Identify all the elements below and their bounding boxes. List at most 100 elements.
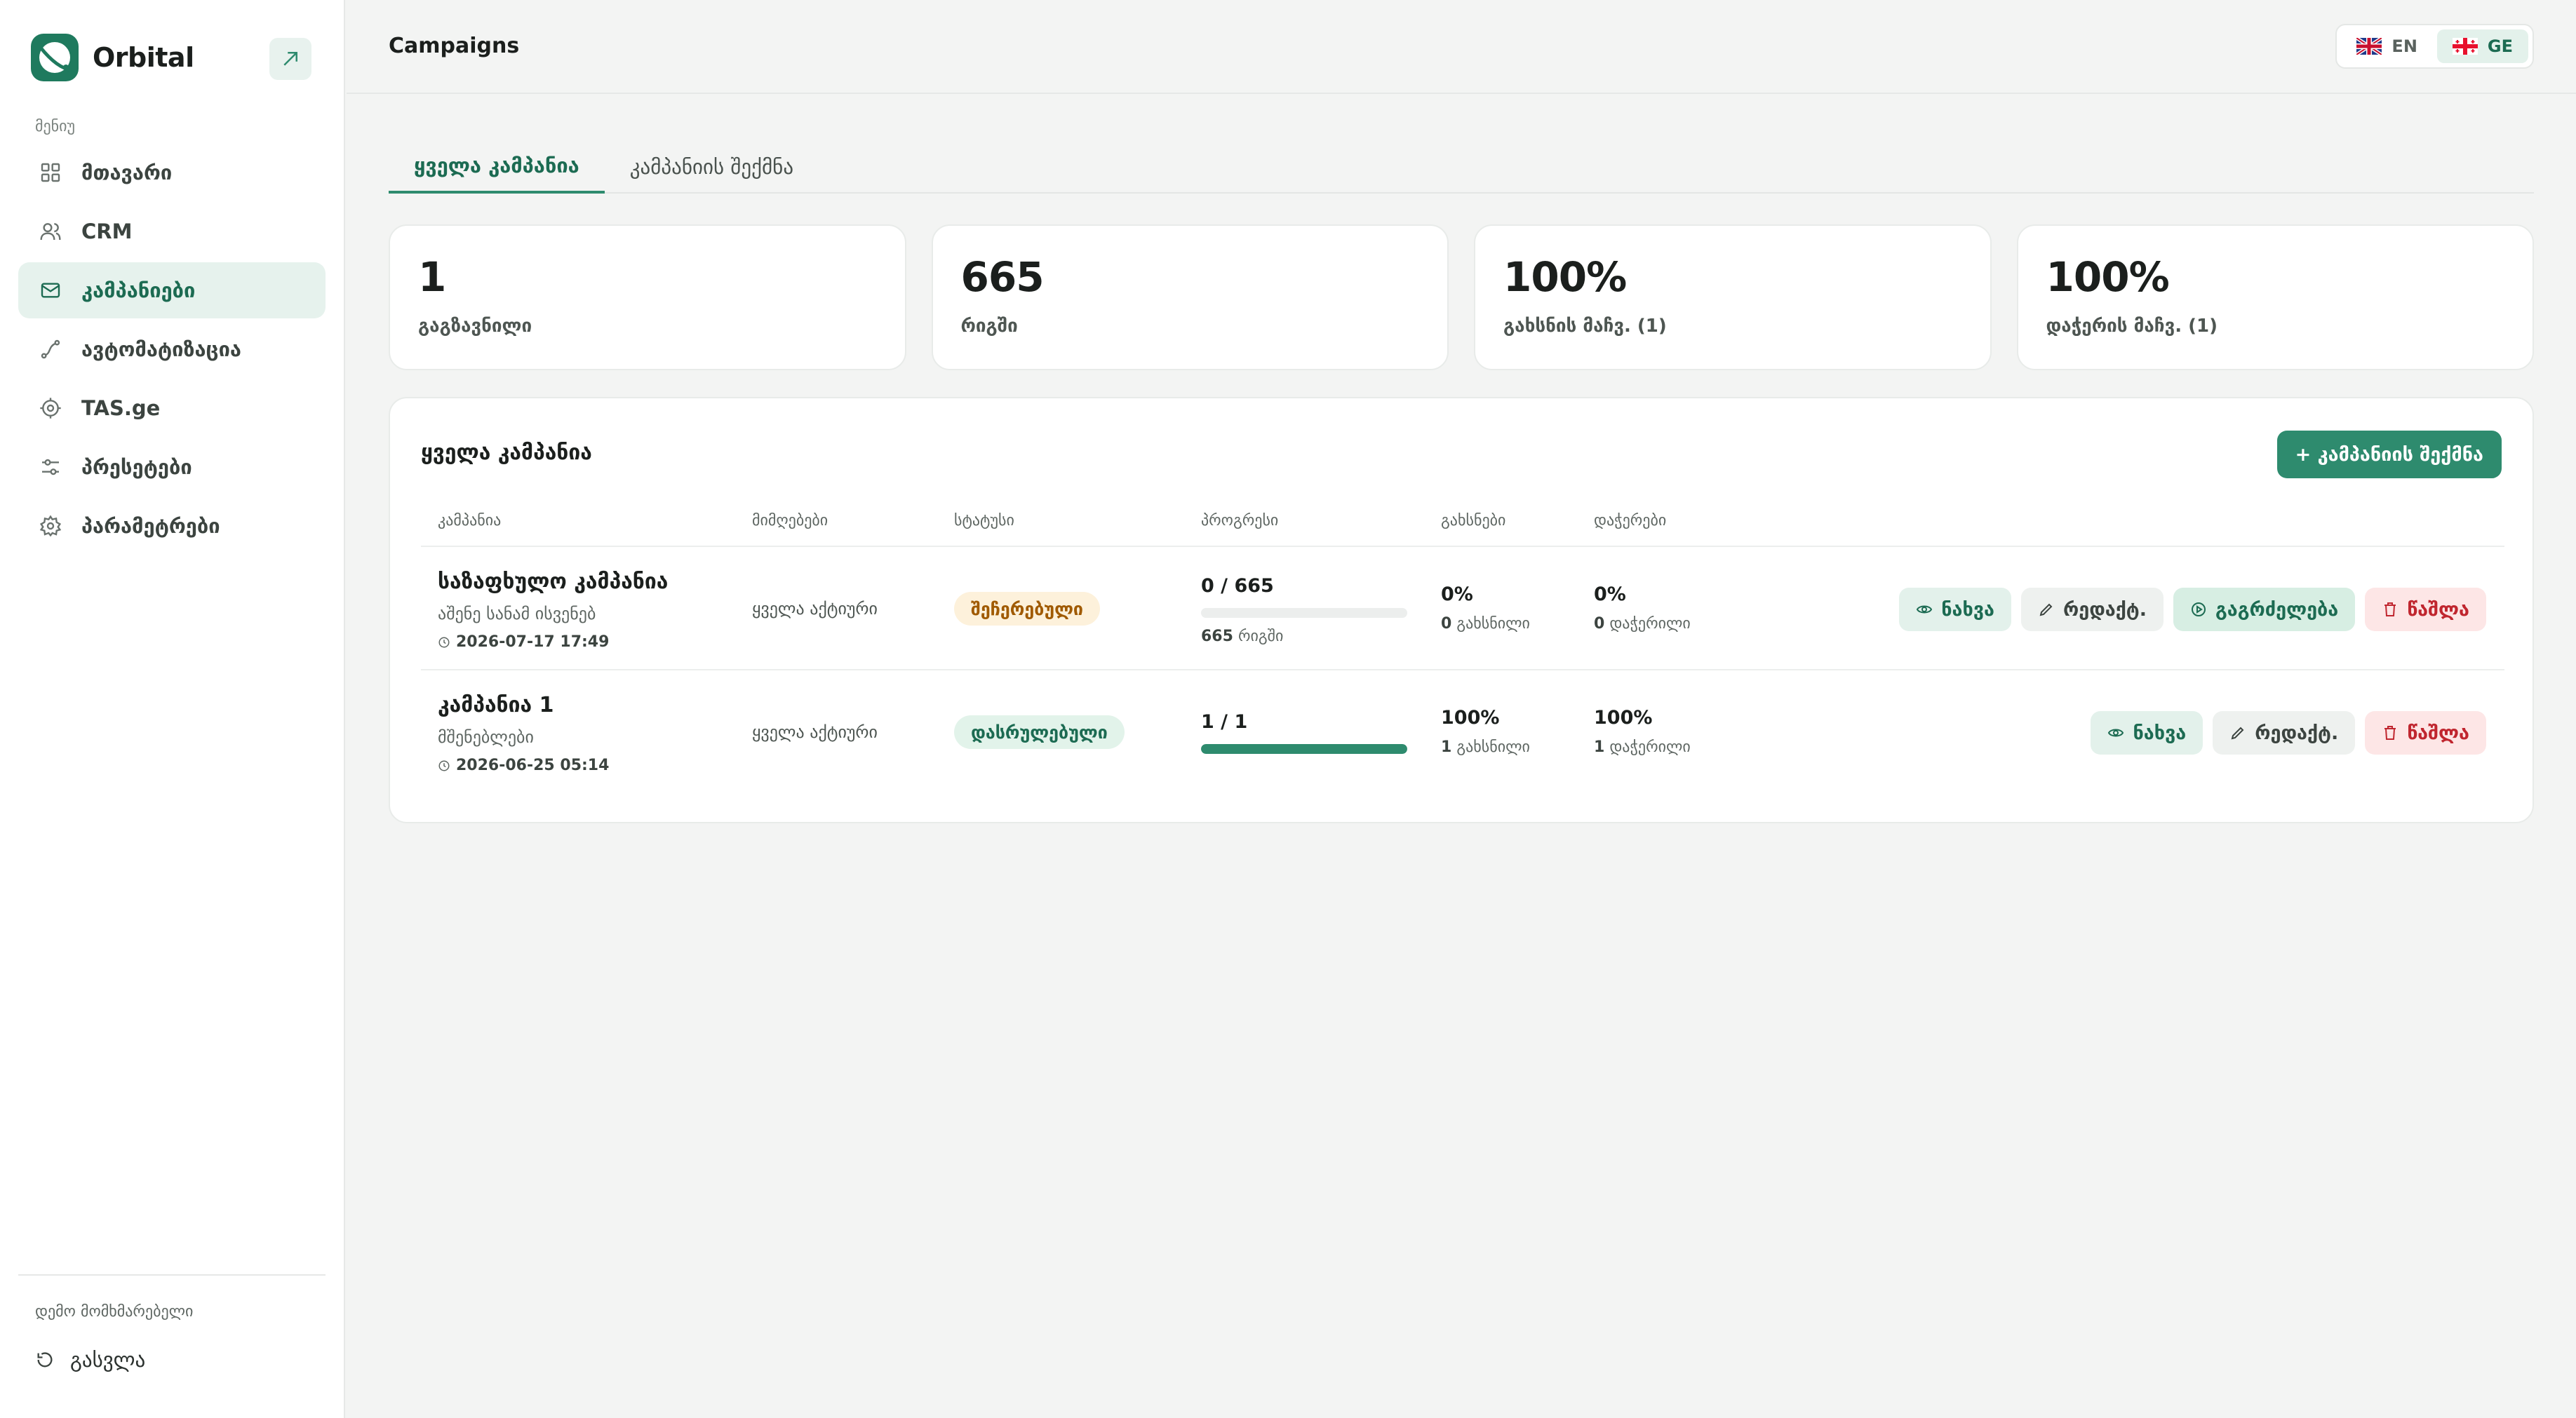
column-header-campaign[interactable]: კამპანია [438,512,501,529]
campaign-date: 2026-07-17 17:49 [438,633,668,651]
campaign-date: 2026-06-25 05:14 [438,757,609,774]
logout-button[interactable]: გასვლა [35,1348,145,1372]
clicks-percent: 100% [1594,707,1653,729]
eye-icon [1917,605,1933,614]
campaigns-table-card: ყველა კამპანია + კამპანიის შექმნა კამპან… [389,397,2534,823]
trash-icon [2384,602,2396,616]
view-button[interactable]: ნახვა [1899,588,2012,631]
campaign-cell: კამპანია 1 მშენებლები 2026-06-25 05:14 [438,693,609,774]
opens-sub-label: გახსნილი [1456,615,1530,633]
sidebar-item-crm[interactable]: CRM [18,203,326,259]
top-header: Campaigns EN GE [347,0,2576,94]
sidebar-item-tas[interactable]: TAS.ge [18,380,326,436]
stat-value: 100% [1503,253,1627,301]
progress-text: 1 / 1 [1201,711,1248,733]
edit-label: რედაქტ. [2255,722,2339,744]
opens-count: 0 [1441,615,1452,633]
pencil-icon [2231,727,2244,740]
column-header-clicks[interactable]: დაჭერები [1594,512,1666,529]
column-header-recipients[interactable]: მიმღებები [752,512,828,529]
sidebar-item-label: პრესეტები [81,455,192,479]
column-header-opens[interactable]: გახსნები [1441,512,1505,529]
clicks-sub: 0 დაჭერილი [1594,615,1691,633]
stat-card-queued: 665 რიგში [931,224,1449,370]
sidebar-item-label: TAS.ge [81,396,161,420]
resume-label: გაგრძელება [2215,598,2339,621]
eye-icon [2108,729,2124,737]
sidebar: Orbital მენიუ მთავარი CRM კამპანიები ავტ… [0,0,345,1418]
column-header-status[interactable]: სტატუსი [954,512,1014,529]
create-campaign-button[interactable]: + კამპანიის შექმნა [2276,431,2502,478]
delete-button[interactable]: წაშლა [2365,588,2486,631]
sidebar-item-label: კამპანიები [81,278,196,302]
clicks-cell: 100% 1 დაჭერილი [1594,707,1691,756]
table-row[interactable]: კამპანია 1 მშენებლები 2026-06-25 05:14 ყ… [421,672,2504,794]
opens-percent: 100% [1441,707,1500,729]
sidebar-nav: მთავარი CRM კამპანიები ავტომატიზაცია TAS… [18,144,326,557]
georgia-flag-icon [2452,38,2478,55]
row-actions: ნახვა რედაქტ. წაშლა [2091,711,2486,755]
sliders-icon [42,459,59,475]
row-actions: ნახვა რედაქტ. გაგრძელება წაშლა [1899,588,2486,631]
opens-cell: 100% 1 გახსნილი [1441,707,1530,756]
view-button[interactable]: ნახვა [2091,711,2203,755]
recipients-cell: ყველა აქტიური [752,599,878,619]
resume-button[interactable]: გაგრძელება [2173,588,2356,631]
current-user-label: დემო მომხმარებელი [35,1303,194,1321]
table-row[interactable]: საზაფხულო კამპანია აშენე სანამ ისვენებ 2… [421,548,2504,670]
lang-ge-button[interactable]: GE [2436,29,2528,63]
clicks-percent: 0% [1594,583,1626,605]
view-label: ნახვა [2133,722,2187,744]
grid-icon [41,163,60,182]
pencil-icon [2039,603,2053,616]
column-header-progress[interactable]: პროგრესი [1201,512,1278,529]
progress-cell: 0 / 665 665 რიგში [1201,575,1407,645]
opens-sub: 0 გახსნილი [1441,615,1530,633]
status-badge: შეჩერებული [954,592,1101,626]
page-title: Campaigns [389,34,520,58]
workflow-icon [41,339,60,359]
campaign-tabs: ყველა კამპანია კამპანიის შექმნა [389,140,2534,194]
stat-label: გაგზავნილი [418,316,532,337]
stat-value: 1 [418,253,446,301]
brand[interactable]: Orbital [31,32,194,83]
opens-sub: 1 გახსნილი [1441,738,1530,756]
clicks-sub-label: დაჭერილი [1609,738,1691,756]
sidebar-item-label: CRM [81,220,133,243]
clicks-count: 1 [1594,738,1605,756]
campaign-name[interactable]: საზაფხულო კამპანია [438,569,668,594]
lang-ge-label: GE [2487,36,2513,56]
sidebar-item-automation[interactable]: ავტომატიზაცია [18,321,326,377]
clicks-count: 0 [1594,615,1605,633]
clock-icon [438,760,450,771]
campaign-subtitle: მშენებლები [438,727,534,747]
opens-percent: 0% [1441,583,1473,605]
edit-label: რედაქტ. [2063,598,2147,621]
view-label: ნახვა [1941,598,1995,621]
progress-cell: 1 / 1 [1201,711,1407,754]
edit-button[interactable]: რედაქტ. [2021,588,2164,631]
sidebar-item-campaigns[interactable]: კამპანიები [18,262,326,318]
tab-create-campaign[interactable]: კამპანიის შექმნა [605,140,819,194]
arrow-up-right-icon [283,52,297,66]
delete-button[interactable]: წაშლა [2365,711,2486,755]
play-circle-icon [2191,602,2206,616]
status-cell: შეჩერებული [954,592,1101,626]
clicks-sub: 1 დაჭერილი [1594,738,1691,756]
clicks-sub-label: დაჭერილი [1609,615,1691,633]
campaign-name[interactable]: კამპანია 1 [438,693,609,717]
progress-count: 665 [1201,628,1233,645]
progress-fill [1201,744,1407,754]
lang-en-button[interactable]: EN [2341,29,2432,63]
target-icon [40,398,61,419]
sidebar-divider [18,1274,326,1276]
sidebar-item-settings[interactable]: პარამეტრები [18,498,326,554]
collapse-sidebar-button[interactable] [269,38,311,80]
campaign-date-text: 2026-07-17 17:49 [456,633,610,651]
sidebar-item-home[interactable]: მთავარი [18,144,326,201]
language-switcher: EN GE [2335,24,2534,69]
sidebar-item-presets[interactable]: პრესეტები [18,439,326,495]
tab-all-campaigns[interactable]: ყველა კამპანია [389,140,605,194]
stat-label: რიგში [960,316,1018,337]
edit-button[interactable]: რედაქტ. [2213,711,2356,755]
